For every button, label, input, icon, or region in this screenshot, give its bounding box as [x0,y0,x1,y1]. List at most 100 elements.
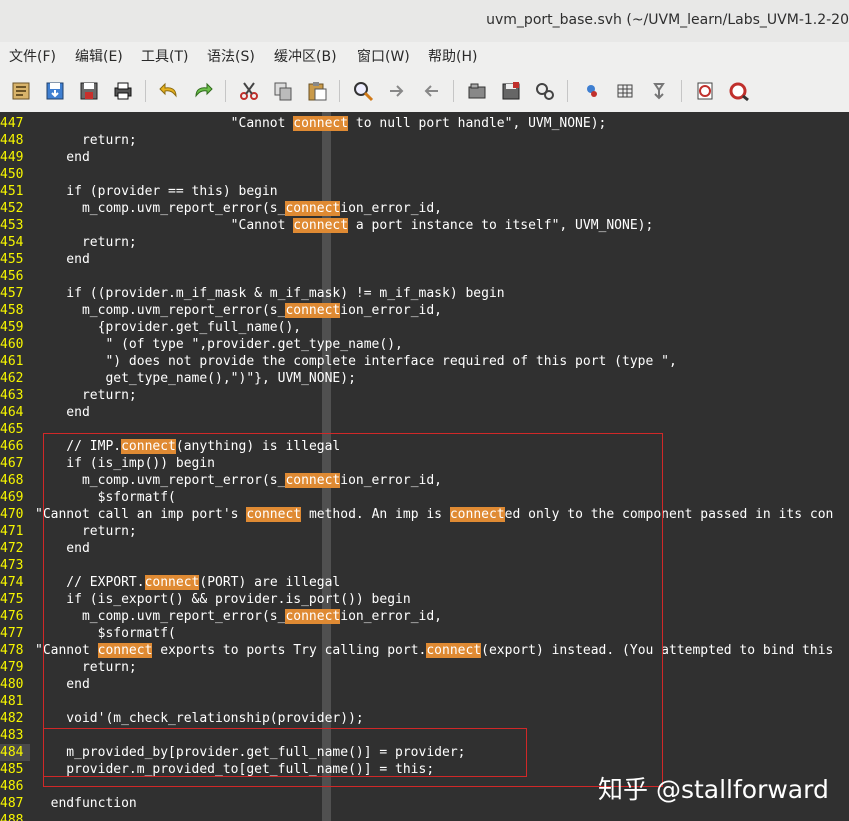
open-file-icon[interactable] [8,78,34,104]
code-line[interactable]: 457 if ((provider.m_if_mask & m_if_mask)… [0,285,505,302]
line-number: 482 [0,711,24,726]
code-line[interactable]: 487 endfunction [0,795,137,812]
search-match: connect [121,439,176,454]
code-text: // EXPORT. [35,575,145,590]
code-text: if (is_imp()) begin [35,456,216,471]
code-text: m_comp.uvm_report_error(s_ [35,473,286,488]
code-text: return; [35,133,137,148]
menu-buffers[interactable]: 缓冲区(B) [274,46,337,66]
code-line[interactable]: 465 [0,421,30,438]
code-line[interactable]: 448 return; [0,132,137,149]
code-line[interactable]: 486 [0,778,30,795]
code-line[interactable]: 473 [0,557,30,574]
code-line[interactable]: 477 $sformatf( [0,625,176,642]
menu-help[interactable]: 帮助(H) [428,46,477,66]
code-line[interactable]: 474 // EXPORT.connect(PORT) are illegal [0,574,340,591]
code-line[interactable]: 460 " (of type ",provider.get_type_name(… [0,336,403,353]
code-text: if ((provider.m_if_mask & m_if_mask) != … [35,286,505,301]
menu-file[interactable]: 文件(F) [9,46,56,66]
menu-syntax[interactable]: 语法(S) [207,46,255,66]
code-line[interactable]: 461 ") does not provide the complete int… [0,353,677,370]
load-session-icon[interactable] [464,78,490,104]
line-number: 461 [0,354,24,369]
line-code: {provider.get_full_name(), [35,319,302,336]
redo-icon[interactable] [190,78,216,104]
line-number: 453 [0,218,24,233]
jump-tag-icon[interactable] [646,78,672,104]
line-number: 471 [0,524,24,539]
make-icon[interactable] [578,78,604,104]
run-script-icon[interactable] [532,78,558,104]
save-all-icon[interactable] [76,78,102,104]
code-text: to null port handle", UVM_NONE); [348,116,607,131]
line-number: 466 [0,439,24,454]
paste-icon[interactable] [304,78,330,104]
code-line[interactable]: 467 if (is_imp()) begin [0,455,215,472]
undo-icon[interactable] [156,78,182,104]
code-line[interactable]: 449 end [0,149,90,166]
copy-icon[interactable] [270,78,296,104]
code-line[interactable]: 476 m_comp.uvm_report_error(s_connection… [0,608,442,625]
menu-window[interactable]: 窗口(W) [357,46,410,66]
code-line[interactable]: 478 "Cannot connect exports to ports Try … [0,642,833,659]
find-replace-icon[interactable] [350,78,376,104]
code-line[interactable]: 482 void'(m_check_relationship(provider)… [0,710,364,727]
code-line[interactable]: 475 if (is_export() && provider.is_port(… [0,591,411,608]
line-number: 483 [0,728,24,743]
cut-icon[interactable] [236,78,262,104]
find-help-icon[interactable] [726,78,752,104]
line-code: m_comp.uvm_report_error(s_connection_err… [35,302,442,319]
help-icon[interactable] [692,78,718,104]
code-line[interactable]: 469 $sformatf( [0,489,176,506]
code-line[interactable]: 468 m_comp.uvm_report_error(s_connection… [0,472,442,489]
line-code: return; [35,132,137,149]
code-text: $sformatf( [35,626,176,641]
menu-edit[interactable]: 编辑(E) [75,46,123,66]
line-number: 468 [0,473,24,488]
code-line[interactable]: 472 end [0,540,90,557]
code-line[interactable]: 483 [0,727,30,744]
code-line[interactable]: 479 return; [0,659,137,676]
search-match: connect [285,473,341,488]
line-number: 486 [0,779,24,794]
code-line[interactable]: 453 "Cannot connect a port instance to i… [0,217,653,234]
code-line[interactable]: 452 m_comp.uvm_report_error(s_connection… [0,200,442,217]
code-text: provider.m_provided_to[get_full_name()] … [35,762,435,777]
code-text: // IMP. [35,439,122,454]
code-line[interactable]: 459 {provider.get_full_name(), [0,319,301,336]
code-line[interactable]: 464 end [0,404,90,421]
code-text: "Cannot call an imp port's [35,507,247,522]
search-match: connect [144,575,200,590]
print-icon[interactable] [110,78,136,104]
find-next-icon[interactable] [384,78,410,104]
code-line[interactable]: 451 if (provider == this) begin [0,183,278,200]
code-text: "Cannot [35,643,98,658]
code-line[interactable]: 470 "Cannot call an imp port's connect me… [0,506,833,523]
code-line[interactable]: 466 // IMP.connect(anything) is illegal [0,438,340,455]
line-number: 463 [0,388,24,403]
code-line[interactable]: 458 m_comp.uvm_report_error(s_connection… [0,302,442,319]
save-icon[interactable] [42,78,68,104]
menu-tools[interactable]: 工具(T) [141,46,188,66]
line-code: // IMP.connect(anything) is illegal [35,438,340,455]
code-line[interactable]: 454 return; [0,234,137,251]
find-previous-icon[interactable] [418,78,444,104]
save-session-icon[interactable] [498,78,524,104]
code-line[interactable]: 485 provider.m_provided_to[get_full_name… [0,761,434,778]
line-code: $sformatf( [35,625,176,642]
code-text: ") does not provide the complete interfa… [35,354,677,369]
code-line[interactable]: 488 [0,812,30,821]
code-line[interactable]: 484 m_provided_by[provider.get_full_name… [0,744,465,761]
code-line[interactable]: 463 return; [0,387,137,404]
code-line[interactable]: 481 [0,693,30,710]
editor-area[interactable]: 447 "Cannot connect to null port handle"… [0,112,849,821]
code-line[interactable]: 471 return; [0,523,137,540]
code-line[interactable]: 455 end [0,251,90,268]
code-line[interactable]: 462 get_type_name(),")"}, UVM_NONE); [0,370,356,387]
code-line[interactable]: 480 end [0,676,90,693]
code-line[interactable]: 450 [0,166,30,183]
toolbar-separator [681,80,682,102]
code-line[interactable]: 456 [0,268,30,285]
run-ctags-icon[interactable] [612,78,638,104]
code-line[interactable]: 447 "Cannot connect to null port handle"… [0,115,606,132]
